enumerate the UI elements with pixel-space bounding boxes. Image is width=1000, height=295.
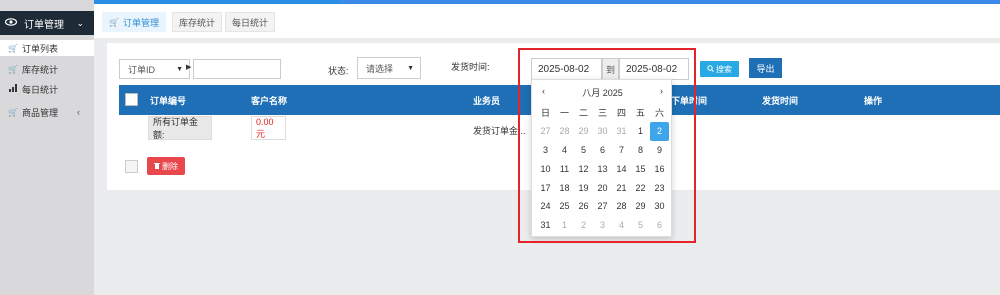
caret-right-icon: ▶ [186, 64, 192, 71]
cart-icon: 🛒 [8, 107, 18, 117]
cart-icon: 🛒 [109, 17, 119, 27]
delete-button[interactable]: 删除 [147, 157, 185, 175]
search-button-label: 搜索 [716, 64, 732, 74]
column-header-customer: 客户名称 [251, 96, 288, 106]
tab-label: 订单管理 [122, 17, 159, 28]
chevron-down-icon: ▼ [176, 65, 183, 73]
trash-icon [154, 162, 160, 171]
tab-label: 库存统计 [179, 17, 216, 28]
ship-time-label: 发货时间: [451, 62, 490, 72]
sidebar-item-inventory-stats[interactable]: 🛒 库存统计 [0, 61, 94, 77]
export-button[interactable]: 导出 [749, 58, 782, 78]
eye-icon [4, 17, 18, 30]
tab-label: 每日统计 [232, 17, 269, 28]
summary-amount: 0.00元 [251, 116, 286, 140]
sidebar-header-label: 订单管理 [24, 19, 64, 31]
tab-order-management[interactable]: 🛒 订单管理 [102, 12, 166, 32]
status-select[interactable]: 请选择 ▼ [357, 57, 421, 79]
column-header-order-id: 订单编号 [150, 96, 187, 106]
sidebar-item-label: 商品管理 [22, 107, 59, 118]
summary-label: 所有订单金额: [148, 116, 212, 140]
delete-button-label: 删除 [162, 161, 178, 171]
sidebar-item-label: 库存统计 [22, 64, 59, 75]
status-label: 状态: [328, 66, 349, 76]
sidebar-item-order-list[interactable]: 🛒 订单列表 [0, 40, 94, 56]
sidebar-item-daily-stats[interactable]: 每日统计 [0, 81, 94, 97]
tab-daily-stats[interactable]: 每日统计 [225, 12, 276, 32]
select-all-checkbox[interactable] [125, 93, 138, 106]
sidebar: 订单管理 ⌄ 🛒 订单列表 🛒 库存统计 每日统计 🛒 商品管理 ‹ [0, 0, 94, 295]
chevron-down-icon: ▼ [407, 64, 414, 72]
column-header-actions: 操作 [864, 96, 883, 106]
cart-icon: 🛒 [8, 64, 18, 74]
chevron-down-icon: ⌄ [76, 17, 84, 28]
highlight-box [518, 48, 696, 243]
field-select-value: 订单ID [128, 64, 156, 75]
field-select[interactable]: 订单ID ▼ [119, 59, 190, 79]
export-button-label: 导出 [756, 63, 775, 74]
sidebar-item-order-management[interactable]: 订单管理 ⌄ [0, 11, 94, 35]
search-button[interactable]: 搜索 [700, 61, 739, 77]
tab-bar: 🛒 订单管理 库存统计 每日统计 [94, 4, 1000, 38]
tab-inventory-stats[interactable]: 库存统计 [172, 12, 223, 32]
search-icon [707, 64, 714, 74]
column-header-salesperson: 业务员 [473, 96, 501, 106]
column-header-ship-time: 发货时间 [762, 96, 799, 106]
status-select-value: 请选择 [366, 63, 394, 74]
cart-icon: 🛒 [8, 43, 18, 53]
bar-chart-icon [8, 84, 18, 94]
sidebar-item-label: 订单列表 [22, 43, 59, 54]
sidebar-item-label: 每日统计 [22, 84, 59, 95]
chevron-left-icon: ‹ [77, 107, 80, 117]
row-checkbox[interactable] [125, 160, 138, 173]
sidebar-item-product-management[interactable]: 🛒 商品管理 ‹ [0, 104, 94, 120]
search-input[interactable] [193, 59, 281, 79]
